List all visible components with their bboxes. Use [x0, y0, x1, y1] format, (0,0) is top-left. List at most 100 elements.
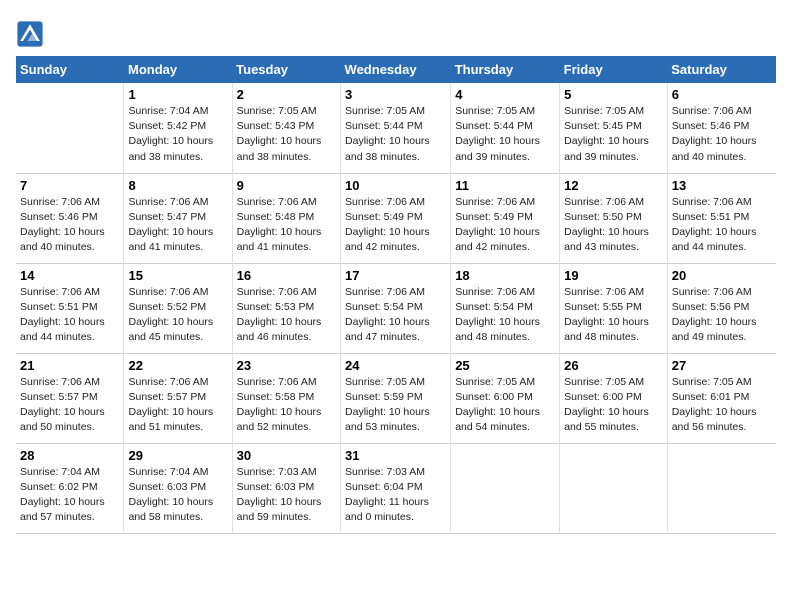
day-cell: [667, 443, 776, 533]
logo: [16, 20, 46, 48]
week-row-3: 14 Sunrise: 7:06 AM Sunset: 5:51 PM Dayli…: [16, 263, 776, 353]
day-info: Sunrise: 7:06 AM Sunset: 5:57 PM Dayligh…: [128, 375, 227, 436]
week-row-5: 28Sunrise: 7:04 AM Sunset: 6:02 PM Dayli…: [16, 443, 776, 533]
day-info: Sunrise: 7:05 AM Sunset: 5:44 PM Dayligh…: [455, 104, 555, 165]
day-info: Sunrise: 7:05 AM Sunset: 6:00 PM Dayligh…: [455, 375, 555, 436]
day-cell: 26 Sunrise: 7:05 AM Sunset: 6:00 PM Dayli…: [560, 353, 668, 443]
day-number: 4: [455, 87, 555, 102]
day-cell: 31 Sunrise: 7:03 AM Sunset: 6:04 PM Dayli…: [341, 443, 451, 533]
day-info: Sunrise: 7:06 AM Sunset: 5:51 PM Dayligh…: [20, 285, 119, 346]
day-number: 19: [564, 268, 663, 283]
day-number: 8: [128, 178, 227, 193]
day-cell: 16 Sunrise: 7:06 AM Sunset: 5:53 PM Dayli…: [232, 263, 340, 353]
day-cell: 7 Sunrise: 7:06 AM Sunset: 5:46 PM Daylig…: [16, 173, 124, 263]
day-cell: 19 Sunrise: 7:06 AM Sunset: 5:55 PM Dayli…: [560, 263, 668, 353]
day-info: Sunrise: 7:04 AM Sunset: 5:42 PM Dayligh…: [128, 104, 227, 165]
day-number: 14: [20, 268, 119, 283]
day-cell: 20 Sunrise: 7:06 AM Sunset: 5:56 PM Dayli…: [667, 263, 776, 353]
day-info: Sunrise: 7:03 AM Sunset: 6:03 PM Dayligh…: [237, 465, 336, 526]
day-number: 17: [345, 268, 446, 283]
day-info: Sunrise: 7:06 AM Sunset: 5:54 PM Dayligh…: [345, 285, 446, 346]
day-cell: 12Sunrise: 7:06 AM Sunset: 5:50 PM Dayli…: [560, 173, 668, 263]
day-cell: 10 Sunrise: 7:06 AM Sunset: 5:49 PM Dayli…: [341, 173, 451, 263]
day-info: Sunrise: 7:04 AM Sunset: 6:03 PM Dayligh…: [128, 465, 227, 526]
day-number: 18: [455, 268, 555, 283]
header-monday: Monday: [124, 56, 232, 83]
day-cell: 28Sunrise: 7:04 AM Sunset: 6:02 PM Dayli…: [16, 443, 124, 533]
header-sunday: Sunday: [16, 56, 124, 83]
day-info: Sunrise: 7:06 AM Sunset: 5:55 PM Dayligh…: [564, 285, 663, 346]
day-number: 16: [237, 268, 336, 283]
day-info: Sunrise: 7:05 AM Sunset: 5:43 PM Dayligh…: [237, 104, 336, 165]
day-cell: 18 Sunrise: 7:06 AM Sunset: 5:54 PM Dayli…: [451, 263, 560, 353]
header-wednesday: Wednesday: [341, 56, 451, 83]
day-cell: 17 Sunrise: 7:06 AM Sunset: 5:54 PM Dayli…: [341, 263, 451, 353]
day-info: Sunrise: 7:05 AM Sunset: 6:00 PM Dayligh…: [564, 375, 663, 436]
day-number: 21: [20, 358, 119, 373]
page-header: [16, 16, 776, 48]
week-row-1: 1 Sunrise: 7:04 AM Sunset: 5:42 PM Daylig…: [16, 83, 776, 173]
day-number: 3: [345, 87, 446, 102]
day-cell: 23 Sunrise: 7:06 AM Sunset: 5:58 PM Dayli…: [232, 353, 340, 443]
day-number: 25: [455, 358, 555, 373]
day-number: 10: [345, 178, 446, 193]
day-info: Sunrise: 7:06 AM Sunset: 5:58 PM Dayligh…: [237, 375, 336, 436]
day-number: 31: [345, 448, 446, 463]
day-cell: 13Sunrise: 7:06 AM Sunset: 5:51 PM Dayli…: [667, 173, 776, 263]
day-info: Sunrise: 7:06 AM Sunset: 5:52 PM Dayligh…: [128, 285, 227, 346]
day-cell: 29 Sunrise: 7:04 AM Sunset: 6:03 PM Dayli…: [124, 443, 232, 533]
week-row-4: 21 Sunrise: 7:06 AM Sunset: 5:57 PM Dayli…: [16, 353, 776, 443]
day-info: Sunrise: 7:06 AM Sunset: 5:48 PM Dayligh…: [237, 195, 336, 256]
day-number: 11: [455, 178, 555, 193]
header-friday: Friday: [560, 56, 668, 83]
day-number: 5: [564, 87, 663, 102]
day-cell: 6Sunrise: 7:06 AM Sunset: 5:46 PM Daylig…: [667, 83, 776, 173]
day-number: 23: [237, 358, 336, 373]
day-info: Sunrise: 7:06 AM Sunset: 5:57 PM Dayligh…: [20, 375, 119, 436]
day-info: Sunrise: 7:06 AM Sunset: 5:46 PM Dayligh…: [20, 195, 119, 256]
day-cell: [560, 443, 668, 533]
day-cell: [16, 83, 124, 173]
day-number: 24: [345, 358, 446, 373]
day-cell: 30 Sunrise: 7:03 AM Sunset: 6:03 PM Dayli…: [232, 443, 340, 533]
day-cell: 11 Sunrise: 7:06 AM Sunset: 5:49 PM Dayli…: [451, 173, 560, 263]
day-info: Sunrise: 7:06 AM Sunset: 5:53 PM Dayligh…: [237, 285, 336, 346]
day-cell: 24 Sunrise: 7:05 AM Sunset: 5:59 PM Dayli…: [341, 353, 451, 443]
day-number: 30: [237, 448, 336, 463]
day-number: 26: [564, 358, 663, 373]
day-cell: 15 Sunrise: 7:06 AM Sunset: 5:52 PM Dayli…: [124, 263, 232, 353]
day-cell: [451, 443, 560, 533]
day-number: 1: [128, 87, 227, 102]
day-info: Sunrise: 7:06 AM Sunset: 5:49 PM Dayligh…: [455, 195, 555, 256]
day-info: Sunrise: 7:06 AM Sunset: 5:49 PM Dayligh…: [345, 195, 446, 256]
day-cell: 25 Sunrise: 7:05 AM Sunset: 6:00 PM Dayli…: [451, 353, 560, 443]
day-number: 22: [128, 358, 227, 373]
day-info: Sunrise: 7:05 AM Sunset: 5:44 PM Dayligh…: [345, 104, 446, 165]
day-cell: 4 Sunrise: 7:05 AM Sunset: 5:44 PM Daylig…: [451, 83, 560, 173]
day-info: Sunrise: 7:06 AM Sunset: 5:54 PM Dayligh…: [455, 285, 555, 346]
day-number: 7: [20, 178, 119, 193]
day-number: 29: [128, 448, 227, 463]
day-number: 20: [672, 268, 772, 283]
day-info: Sunrise: 7:03 AM Sunset: 6:04 PM Dayligh…: [345, 465, 446, 526]
day-cell: 9 Sunrise: 7:06 AM Sunset: 5:48 PM Daylig…: [232, 173, 340, 263]
header-row: Sunday Monday Tuesday Wednesday Thursday…: [16, 56, 776, 83]
week-row-2: 7 Sunrise: 7:06 AM Sunset: 5:46 PM Daylig…: [16, 173, 776, 263]
header-saturday: Saturday: [667, 56, 776, 83]
day-info: Sunrise: 7:05 AM Sunset: 5:45 PM Dayligh…: [564, 104, 663, 165]
logo-icon: [16, 20, 44, 48]
day-number: 2: [237, 87, 336, 102]
day-cell: 22 Sunrise: 7:06 AM Sunset: 5:57 PM Dayli…: [124, 353, 232, 443]
day-number: 6: [672, 87, 772, 102]
day-info: Sunrise: 7:06 AM Sunset: 5:50 PM Dayligh…: [564, 195, 663, 256]
day-number: 9: [237, 178, 336, 193]
day-number: 15: [128, 268, 227, 283]
day-cell: 3 Sunrise: 7:05 AM Sunset: 5:44 PM Daylig…: [341, 83, 451, 173]
day-info: Sunrise: 7:05 AM Sunset: 5:59 PM Dayligh…: [345, 375, 446, 436]
day-info: Sunrise: 7:06 AM Sunset: 5:47 PM Dayligh…: [128, 195, 227, 256]
day-info: Sunrise: 7:06 AM Sunset: 5:56 PM Dayligh…: [672, 285, 772, 346]
day-number: 27: [672, 358, 772, 373]
day-info: Sunrise: 7:05 AM Sunset: 6:01 PM Dayligh…: [672, 375, 772, 436]
day-info: Sunrise: 7:06 AM Sunset: 5:51 PM Dayligh…: [672, 195, 772, 256]
day-cell: 27 Sunrise: 7:05 AM Sunset: 6:01 PM Dayli…: [667, 353, 776, 443]
